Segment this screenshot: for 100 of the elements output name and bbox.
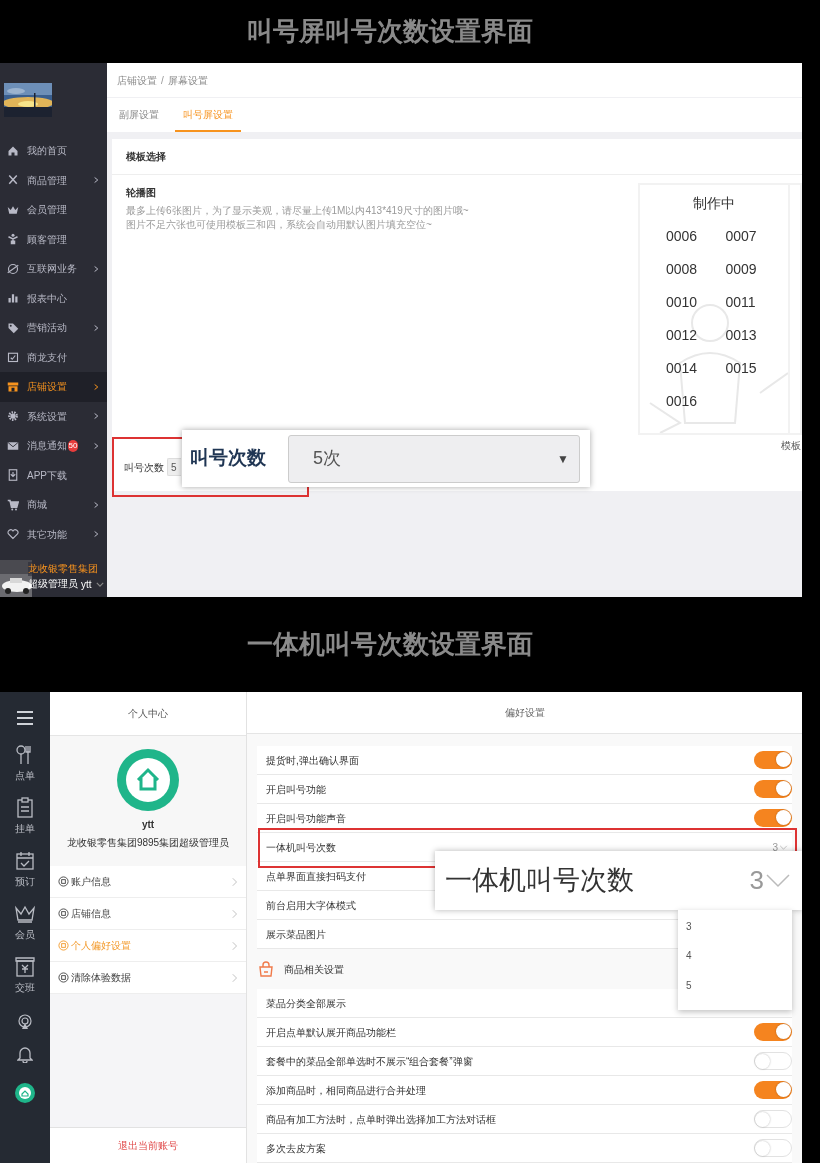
- user-name: ytt: [141, 818, 155, 832]
- select-field[interactable]: 5: [167, 458, 181, 476]
- toggle-switch[interactable]: [754, 1081, 792, 1099]
- sidebar-item[interactable]: 报表中心: [0, 283, 107, 313]
- setting-label: 一体机叫号次数: [266, 840, 336, 855]
- calendar-check-icon: [7, 351, 19, 364]
- order-number: 0012: [666, 326, 699, 345]
- nav-item[interactable]: 交班: [15, 956, 35, 995]
- setting-label: 添加商品时，相同商品进行合并处理: [266, 1083, 426, 1098]
- order-number: 0010: [666, 293, 699, 312]
- menu-item[interactable]: 账户信息: [50, 866, 246, 898]
- dropdown-option[interactable]: 5: [686, 980, 792, 1010]
- setting-label: 一体机叫号次数: [445, 864, 634, 898]
- shopping-bag-icon: [258, 961, 274, 977]
- panel-title: 个人中心: [128, 707, 168, 721]
- setting-label: 开启叫号功能声音: [266, 811, 346, 826]
- breadcrumb-link[interactable]: 屏幕设置: [167, 72, 208, 88]
- chevron-right-icon: [232, 940, 238, 951]
- download-icon: [7, 469, 19, 482]
- bar-chart-icon: [7, 292, 19, 305]
- wireless-icon[interactable]: [17, 1014, 33, 1030]
- envelope-icon: [7, 439, 19, 452]
- home-icon: [7, 144, 19, 157]
- home-button-icon[interactable]: [15, 1083, 35, 1103]
- toggle-switch[interactable]: [754, 809, 792, 827]
- nav-item[interactable]: 点单: [15, 744, 35, 783]
- count-badge: 50: [68, 439, 78, 452]
- logout-link[interactable]: 退出当前账号: [118, 1138, 178, 1153]
- cash-box-icon: [15, 956, 35, 978]
- setting-label: 开启点单默认展开商品功能栏: [266, 1025, 396, 1040]
- section-heading: 叫号屏叫号次数设置界面: [247, 15, 533, 48]
- sidebar-item[interactable]: 商品管理: [0, 165, 107, 195]
- avatar-house-icon: [117, 749, 179, 811]
- bell-icon[interactable]: [17, 1045, 33, 1063]
- sidebar-item[interactable]: 营销活动: [0, 313, 107, 343]
- setting-label: 多次去皮方案: [266, 1141, 326, 1156]
- sidebar-item[interactable]: 我的首页: [0, 136, 107, 166]
- setting-label: 套餐中的菜品全部单选时不展示“组合套餐”弹窗: [266, 1054, 473, 1069]
- order-number: 0014: [666, 359, 699, 378]
- toggle-switch[interactable]: [754, 1023, 792, 1041]
- sidebar-item[interactable]: 系统设置: [0, 401, 107, 431]
- setting-label: 提货时,弹出确认界面: [266, 753, 359, 768]
- breadcrumb-separator: /: [161, 73, 164, 88]
- sidebar-item[interactable]: 店铺设置: [0, 372, 107, 402]
- order-number: 0008: [666, 260, 699, 279]
- field-label: 叫号次数: [124, 460, 164, 475]
- panel-title: 偏好设置: [504, 706, 545, 720]
- breadcrumb-link[interactable]: 店铺设置: [117, 72, 157, 88]
- setting-label: 开启叫号功能: [266, 782, 326, 797]
- organization-name: 龙收银零售集团9895集团超级管理员: [66, 836, 230, 850]
- sidebar-item[interactable]: 消息通知 50: [0, 431, 107, 461]
- nav-item[interactable]: 会员: [15, 903, 35, 942]
- sidebar-item[interactable]: 互联网业务: [0, 254, 107, 284]
- tag-icon: [7, 321, 19, 334]
- setting-label: 商品有加工方法时，点单时弹出选择加工方法对话框: [266, 1112, 496, 1127]
- preview-title: 制作中: [693, 194, 735, 213]
- setting-label: 菜品分类全部展示: [266, 996, 346, 1011]
- menu-item[interactable]: 店铺信息: [50, 898, 246, 930]
- chevron-right-icon: [232, 908, 238, 919]
- sidebar-item[interactable]: 商城: [0, 490, 107, 520]
- order-number: 0007: [725, 227, 758, 246]
- setting-label: 展示菜品图片: [266, 927, 326, 942]
- nav-item[interactable]: 预订: [15, 850, 35, 889]
- dropdown-option[interactable]: 3: [686, 922, 792, 952]
- order-number: 0013: [725, 326, 758, 345]
- nav-item[interactable]: 挂单: [15, 797, 35, 836]
- clipboard-icon: [15, 797, 35, 819]
- toggle-switch[interactable]: [754, 1110, 792, 1128]
- toggle-switch[interactable]: [754, 1139, 792, 1157]
- sidebar-item[interactable]: 其它功能: [0, 519, 107, 549]
- chevron-right-icon: [232, 972, 238, 983]
- help-text: 图片不足六张也可使用模板三和四，系统会自动用默认图片填充空位~: [126, 218, 433, 232]
- cart-icon: [7, 498, 19, 511]
- toggle-switch[interactable]: [754, 751, 792, 769]
- chevron-down-icon: [95, 581, 104, 587]
- toggle-switch[interactable]: [754, 1052, 792, 1070]
- setting-label: 点单界面直接扫码支付: [266, 869, 366, 884]
- section-title: 商品相关设置: [284, 962, 344, 977]
- dropdown-option[interactable]: 4: [686, 951, 792, 981]
- select-field[interactable]: 5次 ▼: [288, 434, 580, 483]
- user-name: ytt: [81, 577, 92, 592]
- order-number: 0016: [666, 392, 699, 411]
- crown-icon: [15, 903, 35, 925]
- order-number: 0015: [725, 359, 758, 378]
- sidebar-item[interactable]: 商龙支付: [0, 342, 107, 372]
- chevron-down-icon: [779, 844, 788, 850]
- sidebar-item[interactable]: APP下载: [0, 460, 107, 490]
- setting-label: 前台启用大字体模式: [266, 898, 356, 913]
- menu-icon[interactable]: [17, 711, 33, 725]
- menu-item[interactable]: 清除体验数据: [50, 962, 246, 994]
- section-title: 模板选择: [126, 150, 166, 164]
- template-label: 模板: [781, 439, 802, 453]
- sidebar-item[interactable]: 会员管理: [0, 195, 107, 225]
- tab[interactable]: 副屏设置: [117, 98, 161, 132]
- order-number: 0011: [725, 293, 757, 312]
- chevron-right-icon: [232, 876, 238, 887]
- calendar-check-icon: [15, 850, 35, 872]
- sidebar-item[interactable]: 顾客管理: [0, 224, 107, 254]
- toggle-switch[interactable]: [754, 780, 792, 798]
- heart-icon: [7, 528, 19, 541]
